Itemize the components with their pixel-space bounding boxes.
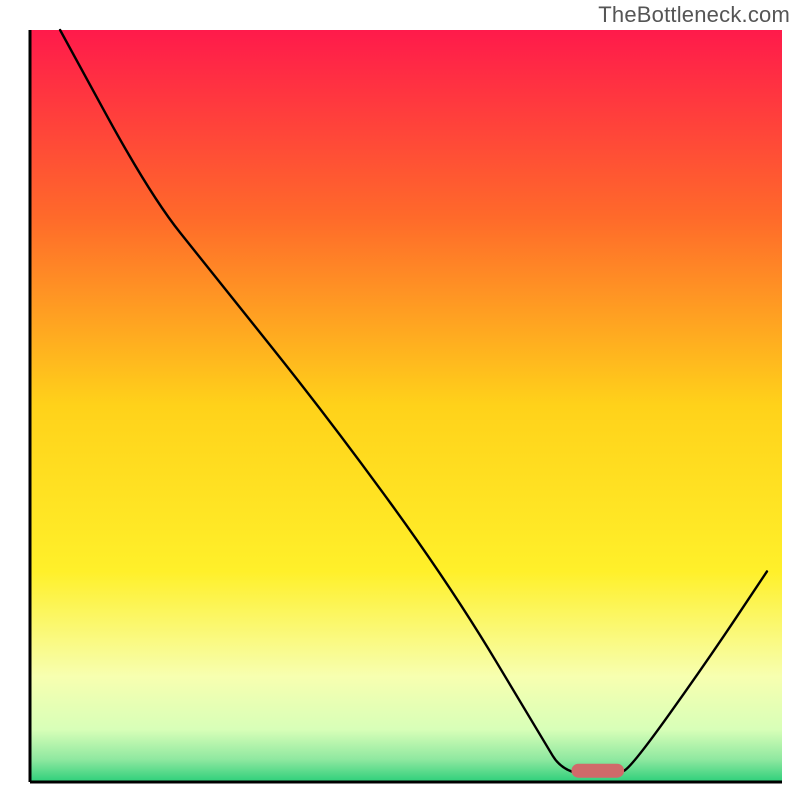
- optimal-range-marker: [571, 764, 624, 778]
- chart-stage: TheBottleneck.com: [0, 0, 800, 800]
- bottleneck-chart: [0, 0, 800, 800]
- gradient-background: [30, 30, 782, 782]
